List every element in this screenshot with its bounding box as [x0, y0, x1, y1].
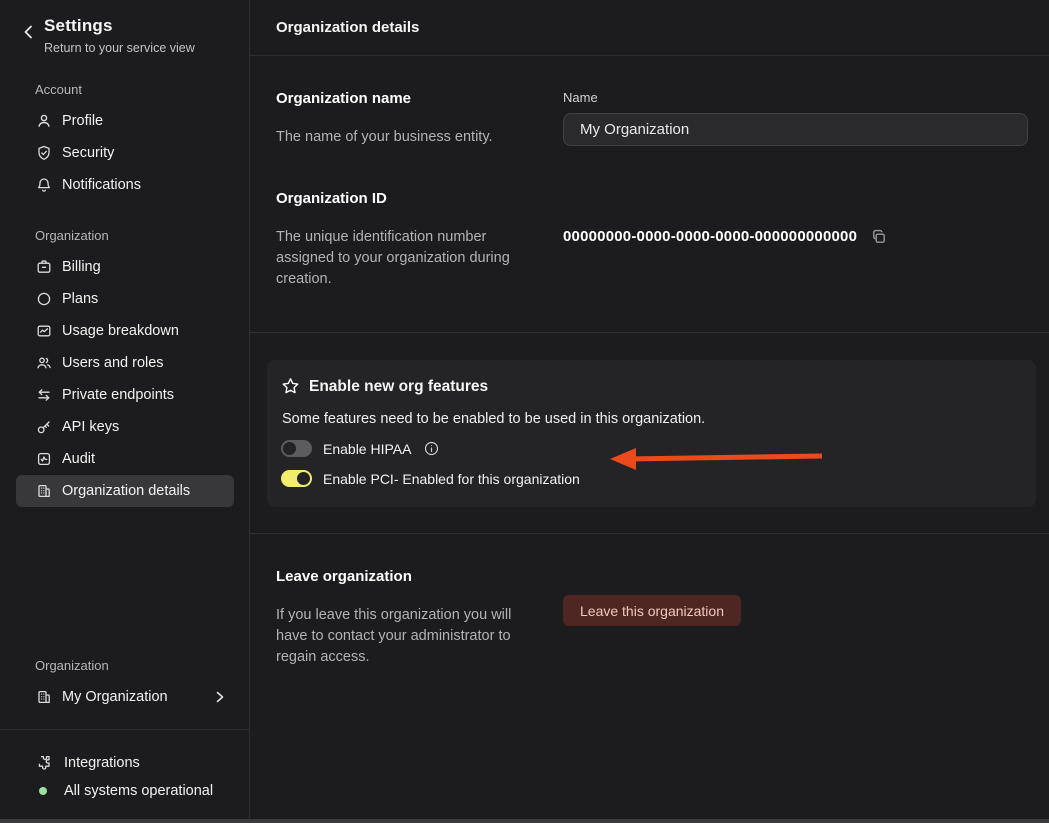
sidebar-item-users-and-roles[interactable]: Users and roles — [16, 347, 234, 379]
sidebar-item-label: Organization details — [62, 483, 191, 499]
building-icon — [35, 689, 52, 706]
nav-section-label-account: Account — [35, 82, 82, 97]
sidebar: Settings Return to your service view Acc… — [0, 0, 250, 819]
org-name-description: The name of your business entity. — [276, 129, 493, 145]
building-icon — [35, 483, 52, 500]
sidebar-item-audit[interactable]: Audit — [16, 443, 234, 475]
sidebar-item-security[interactable]: Security — [16, 137, 234, 169]
user-icon — [35, 113, 52, 130]
sidebar-item-plans[interactable]: Plans — [16, 283, 234, 315]
sidebar-footer: Integrations All systems operational — [0, 730, 249, 819]
leave-organization-button[interactable]: Leave this organization — [563, 595, 741, 626]
org-switcher-name: My Organization — [62, 689, 168, 705]
users-icon — [35, 355, 52, 372]
org-id-value: 00000000-0000-0000-0000-000000000000 — [563, 228, 858, 245]
features-title: Enable new org features — [309, 377, 489, 395]
billing-icon — [35, 259, 52, 276]
shield-check-icon — [35, 145, 52, 162]
org-id-title: Organization ID — [276, 190, 387, 207]
system-status[interactable]: All systems operational — [16, 777, 233, 805]
swap-arrows-icon — [35, 387, 52, 404]
hipaa-toggle-row: Enable HIPAA — [281, 440, 1016, 457]
org-id-description: The unique identification number assigne… — [276, 229, 510, 287]
settings-app: Settings Return to your service view Acc… — [0, 0, 1049, 819]
sidebar-item-organization-details[interactable]: Organization details — [16, 475, 234, 507]
org-name-title: Organization name — [276, 90, 412, 107]
star-icon — [281, 377, 300, 396]
pci-toggle[interactable] — [281, 470, 312, 487]
pci-toggle-row: Enable PCI- Enabled for this organizatio… — [281, 470, 1016, 487]
pci-toggle-label: Enable PCI- Enabled for this organizatio… — [323, 470, 580, 487]
features-card: Enable new org features Some features ne… — [267, 360, 1036, 507]
sidebar-title: Settings — [44, 16, 113, 35]
status-dot-icon — [39, 787, 47, 795]
sidebar-item-label: Audit — [62, 451, 96, 467]
bell-icon — [35, 177, 52, 194]
sidebar-item-label: Usage breakdown — [62, 323, 179, 339]
puzzle-icon — [35, 754, 52, 771]
org-switcher[interactable]: My Organization — [16, 681, 234, 713]
features-description: Some features need to be enabled to be u… — [282, 411, 706, 427]
sidebar-item-label: Plans — [62, 291, 99, 307]
window-bottom-edge — [0, 819, 1049, 823]
org-identity-section: Organization name The name of your busin… — [250, 56, 1049, 333]
usage-chart-icon — [35, 323, 52, 340]
sidebar-header: Settings Return to your service view — [0, 0, 249, 55]
org-name-input[interactable] — [563, 113, 1028, 146]
sidebar-item-billing[interactable]: Billing — [16, 251, 234, 283]
hipaa-toggle[interactable] — [281, 440, 312, 457]
audit-icon — [35, 451, 52, 468]
org-switcher-label: Organization — [35, 658, 109, 673]
nav-section-label-organization: Organization — [35, 228, 109, 243]
sidebar-item-label: Security — [62, 145, 115, 161]
sidebar-item-usage-breakdown[interactable]: Usage breakdown — [16, 315, 234, 347]
status-label: All systems operational — [64, 783, 214, 799]
sidebar-item-private-endpoints[interactable]: Private endpoints — [16, 379, 234, 411]
sidebar-item-label: Billing — [62, 259, 101, 275]
leave-description: If you leave this organization you will … — [276, 607, 512, 665]
integrations-link[interactable]: Integrations — [16, 748, 233, 777]
page-title: Organization details — [250, 0, 1049, 56]
sidebar-item-profile[interactable]: Profile — [16, 105, 234, 137]
circle-icon — [35, 291, 52, 308]
copy-icon[interactable] — [871, 229, 887, 245]
integrations-label: Integrations — [64, 754, 140, 771]
leave-section: Leave organization If you leave this org… — [250, 534, 1049, 710]
sidebar-subtitle[interactable]: Return to your service view — [44, 41, 195, 55]
sidebar-item-label: Private endpoints — [62, 387, 175, 403]
leave-title: Leave organization — [276, 568, 412, 585]
main-content: Organization details Organization name T… — [250, 0, 1049, 819]
features-section: Enable new org features Some features ne… — [250, 333, 1049, 534]
sidebar-item-label: API keys — [62, 419, 120, 435]
sidebar-item-label: Profile — [62, 113, 104, 129]
sidebar-item-label: Notifications — [62, 177, 141, 193]
key-icon — [35, 419, 52, 436]
info-icon[interactable] — [424, 441, 439, 456]
sidebar-item-label: Users and roles — [62, 355, 164, 371]
chevron-right-icon — [216, 691, 224, 703]
hipaa-toggle-label: Enable HIPAA — [323, 440, 412, 457]
sidebar-item-notifications[interactable]: Notifications — [16, 169, 234, 201]
sidebar-item-api-keys[interactable]: API keys — [16, 411, 234, 443]
back-chevron-icon[interactable] — [18, 22, 38, 42]
name-field-label: Name — [563, 90, 598, 105]
